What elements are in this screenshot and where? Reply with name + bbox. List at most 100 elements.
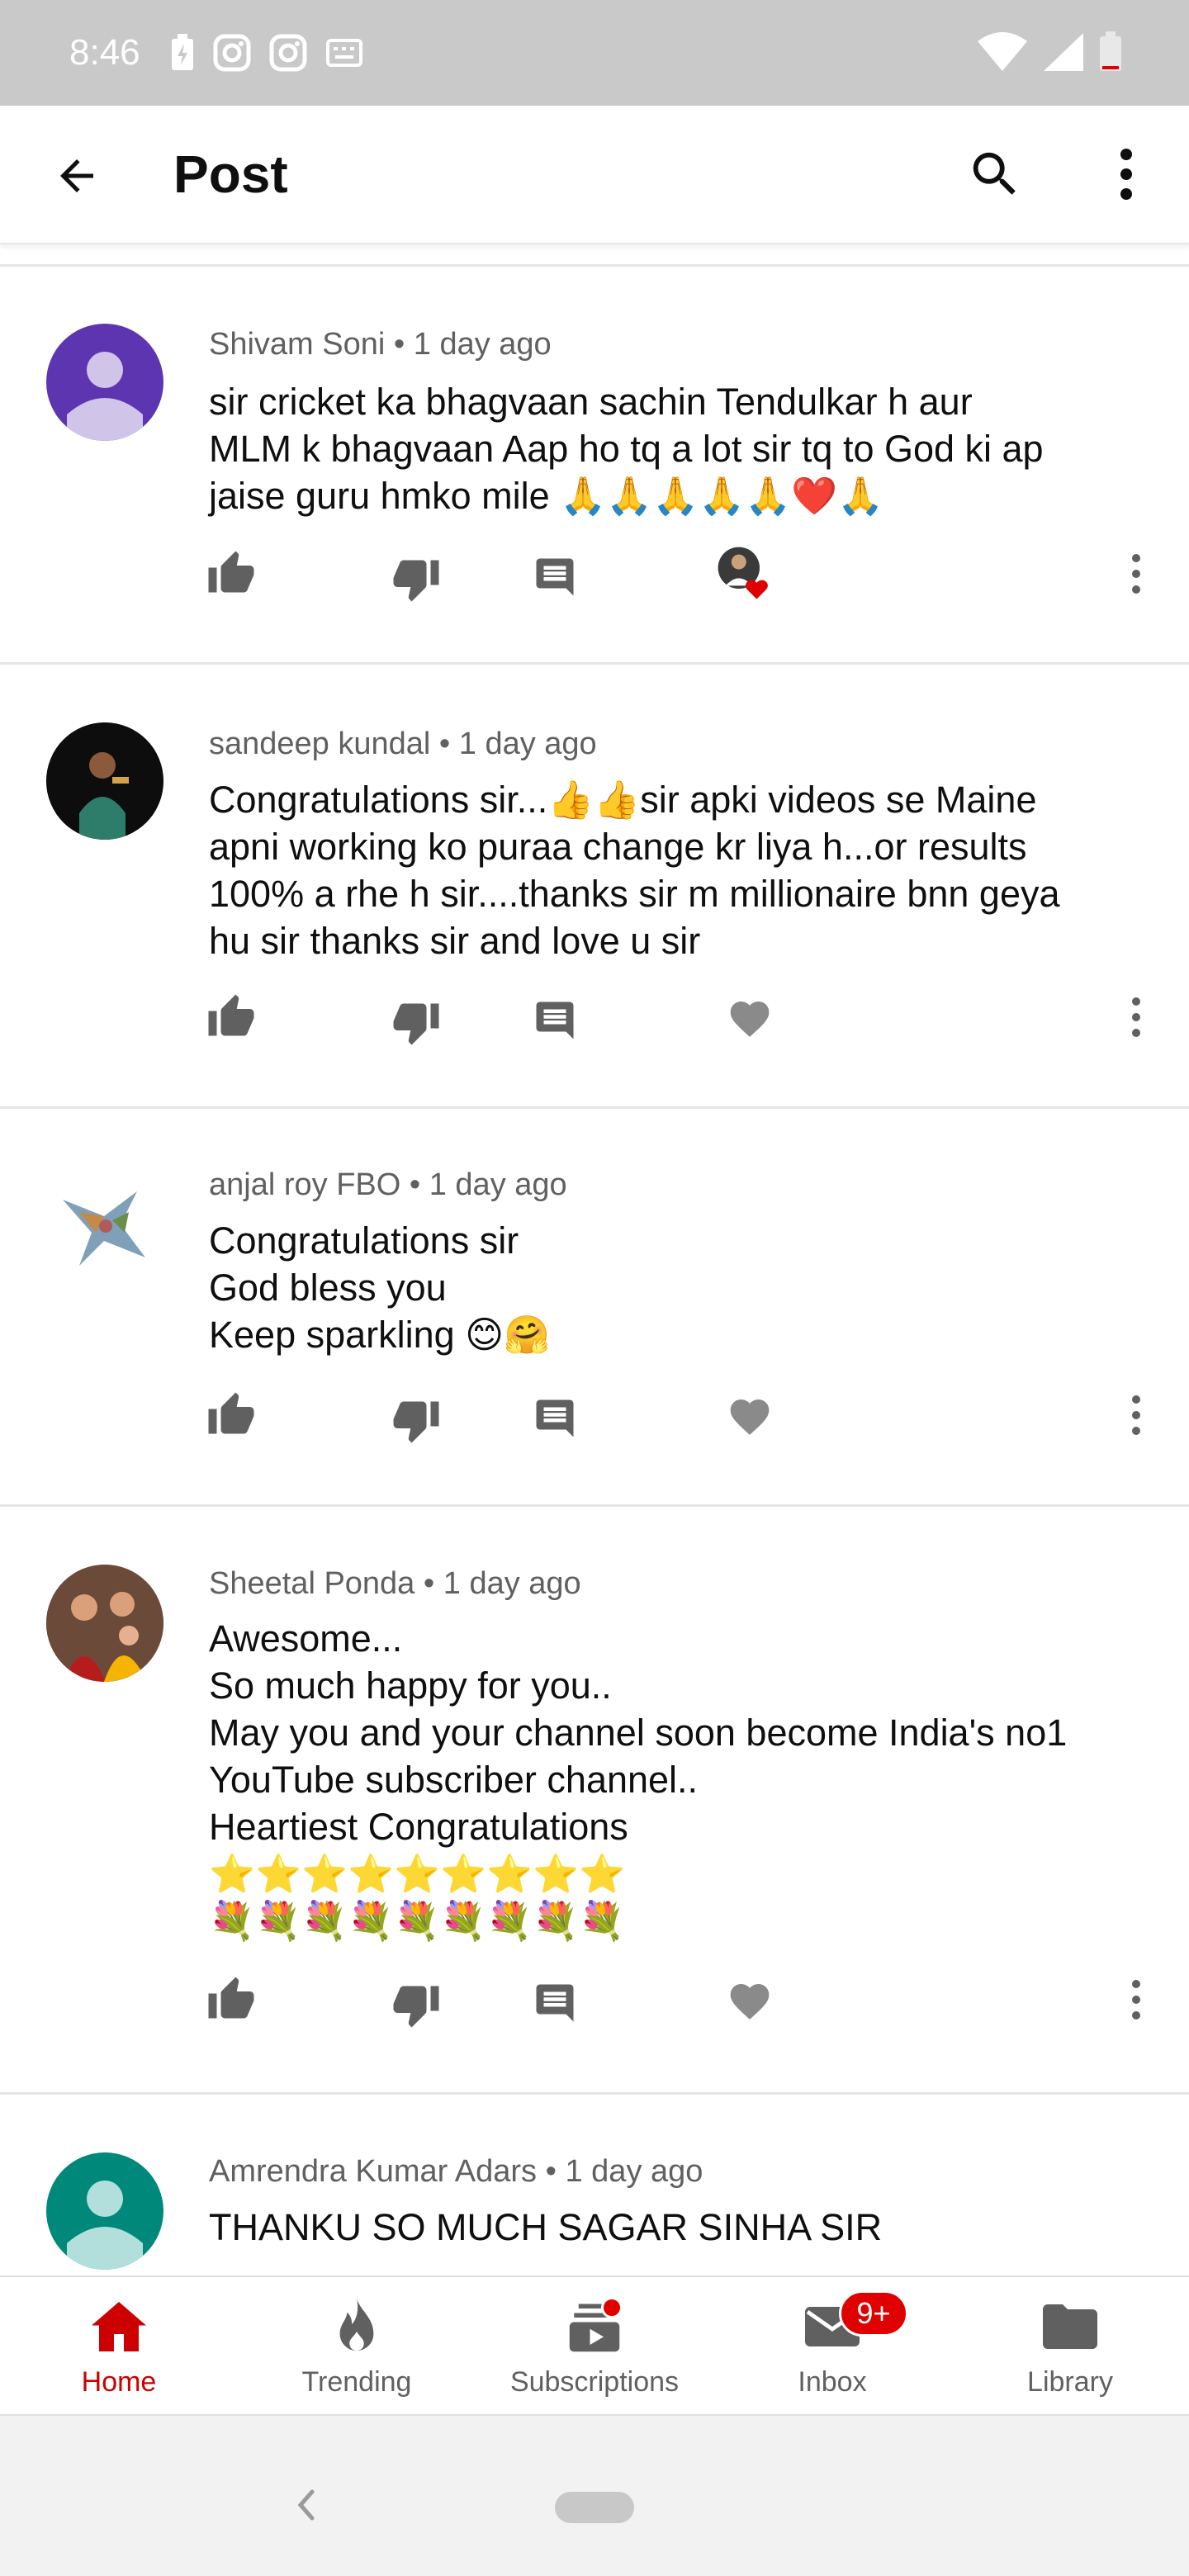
comment-more-button[interactable]	[1106, 544, 1166, 604]
bird-collage-icon	[63, 1191, 145, 1266]
instagram-icon	[213, 34, 251, 72]
comment-item: Sheetal Ponda • 1 day ago Awesome... So …	[0, 1507, 1189, 2093]
like-button[interactable]	[201, 544, 261, 604]
status-time: 8:46	[69, 32, 140, 73]
comment-author[interactable]: sandeep kundal	[209, 727, 430, 761]
system-back-button[interactable]	[294, 2488, 317, 2526]
nav-label: Inbox	[798, 2366, 867, 2398]
dislike-button[interactable]	[386, 1975, 446, 2034]
instagram-icon	[269, 34, 307, 72]
inbox-icon: 9+	[799, 2290, 908, 2356]
nav-trending[interactable]: Trending	[238, 2277, 476, 2414]
signal-icon	[1044, 33, 1083, 71]
comment-actions	[0, 544, 1189, 610]
wifi-icon	[978, 32, 1027, 71]
comment-text: THANKU SO MUCH SAGAR SINHA SIR	[209, 2206, 883, 2248]
comment-icon	[536, 1399, 574, 1437]
reply-button[interactable]	[525, 1389, 585, 1448]
keyboard-icon	[325, 39, 362, 67]
comment-meta: anjal roy FBO • 1 day ago	[209, 1167, 567, 1202]
more-vert-icon	[1132, 1980, 1140, 2020]
top-app-bar: Post	[0, 106, 1189, 244]
like-button[interactable]	[201, 1970, 261, 2029]
comment-item: Amrendra Kumar Adars • 1 day ago THANKU …	[0, 2095, 1189, 2275]
search-button[interactable]	[963, 142, 1027, 206]
comment-time: 1 day ago	[443, 1566, 581, 1601]
comment-text: Congratulations sir...👍👍sir apki videos …	[209, 779, 1060, 962]
nav-label: Subscriptions	[509, 2366, 680, 2398]
comment-text: Congratulations sir God bless you Keep s…	[209, 1219, 551, 1356]
home-icon	[86, 2297, 152, 2356]
nav-label: Trending	[301, 2366, 412, 2398]
like-button[interactable]	[201, 1385, 261, 1445]
avatar[interactable]	[46, 324, 163, 441]
more-vert-icon	[1132, 554, 1140, 594]
status-bar: 8:46	[0, 0, 1189, 106]
default-avatar-icon	[67, 2181, 143, 2270]
comment-author[interactable]: Shivam Soni	[209, 327, 385, 362]
comment-meta: Sheetal Ponda • 1 day ago	[209, 1566, 581, 1601]
heart-button[interactable]	[720, 1387, 779, 1447]
reply-button[interactable]	[525, 1973, 585, 2033]
comment-item: sandeep kundal • 1 day ago Congratulatio…	[0, 665, 1189, 1108]
heart-button[interactable]	[720, 1972, 779, 2031]
nav-label: Library	[1027, 2366, 1113, 2398]
avatar[interactable]	[46, 722, 163, 840]
chevron-left-icon	[297, 2489, 315, 2521]
comment-actions	[0, 987, 1189, 1054]
thumbs-down-icon	[393, 1986, 439, 2028]
back-button[interactable]	[48, 147, 106, 205]
thumbs-up-icon	[208, 1977, 254, 2019]
default-avatar-icon	[67, 352, 143, 441]
dislike-button[interactable]	[386, 1390, 446, 1450]
heart-button[interactable]	[720, 989, 779, 1049]
nav-library[interactable]: Library	[951, 2277, 1189, 2414]
bottom-navigation: Home Trending Subscriptions 9+ Inbox Lib…	[0, 2275, 1189, 2416]
comment-item: anjal roy FBO • 1 day ago Congratulation…	[0, 1109, 1189, 1505]
profile-photo-icon	[46, 722, 163, 840]
reply-button[interactable]	[525, 991, 585, 1050]
comment-text: sir cricket ka bhagvaan sachin Tendulkar…	[209, 381, 1044, 517]
more-vert-icon	[1132, 1395, 1140, 1435]
dislike-button[interactable]	[386, 992, 446, 1052]
folder-icon	[1037, 2297, 1103, 2356]
avatar[interactable]	[46, 2152, 163, 2270]
creator-heart-badge[interactable]	[715, 544, 775, 604]
comment-meta: Amrendra Kumar Adars • 1 day ago	[209, 2154, 703, 2189]
family-photo-icon	[46, 1565, 163, 1682]
more-options-button[interactable]	[1103, 142, 1149, 206]
comment-item: Shivam Soni • 1 day ago sir cricket ka b…	[0, 267, 1189, 663]
battery-low-icon	[1100, 31, 1121, 71]
avatar[interactable]	[46, 1167, 163, 1284]
comment-time: 1 day ago	[458, 727, 597, 761]
subscriptions-icon	[561, 2297, 628, 2356]
nav-home[interactable]: Home	[0, 2277, 238, 2414]
search-icon	[973, 152, 1016, 195]
comment-more-button[interactable]	[1106, 1385, 1166, 1445]
like-button[interactable]	[201, 987, 261, 1047]
comment-more-button[interactable]	[1106, 987, 1166, 1047]
comment-author[interactable]: Sheetal Ponda	[209, 1566, 414, 1601]
dislike-button[interactable]	[386, 549, 446, 608]
thumbs-up-icon	[208, 551, 254, 593]
avatar[interactable]	[46, 1565, 163, 1682]
comment-meta: Shivam Soni • 1 day ago	[209, 327, 552, 362]
system-home-button[interactable]	[555, 2492, 634, 2523]
arrow-back-icon	[60, 159, 93, 192]
thumbs-down-icon	[393, 560, 439, 602]
reply-button[interactable]	[525, 547, 585, 607]
notification-dot	[601, 2297, 623, 2318]
comments-list: Shivam Soni • 1 day ago sir cricket ka b…	[0, 244, 1189, 2275]
inbox-count-badge: 9+	[839, 2290, 908, 2337]
comment-author[interactable]: anjal roy FBO	[209, 1167, 400, 1202]
nav-inbox[interactable]: 9+ Inbox	[713, 2277, 951, 2414]
comment-icon	[536, 558, 574, 596]
nav-label: Home	[81, 2366, 157, 2398]
comment-time: 1 day ago	[413, 327, 552, 362]
system-navigation-bar	[0, 2416, 1189, 2576]
heart-icon	[730, 1984, 770, 2020]
comment-more-button[interactable]	[1106, 1970, 1166, 2029]
comment-author[interactable]: Amrendra Kumar Adars	[209, 2154, 537, 2189]
nav-subscriptions[interactable]: Subscriptions	[476, 2277, 713, 2414]
comment-text: Awesome... So much happy for you.. May y…	[209, 1617, 1068, 1942]
